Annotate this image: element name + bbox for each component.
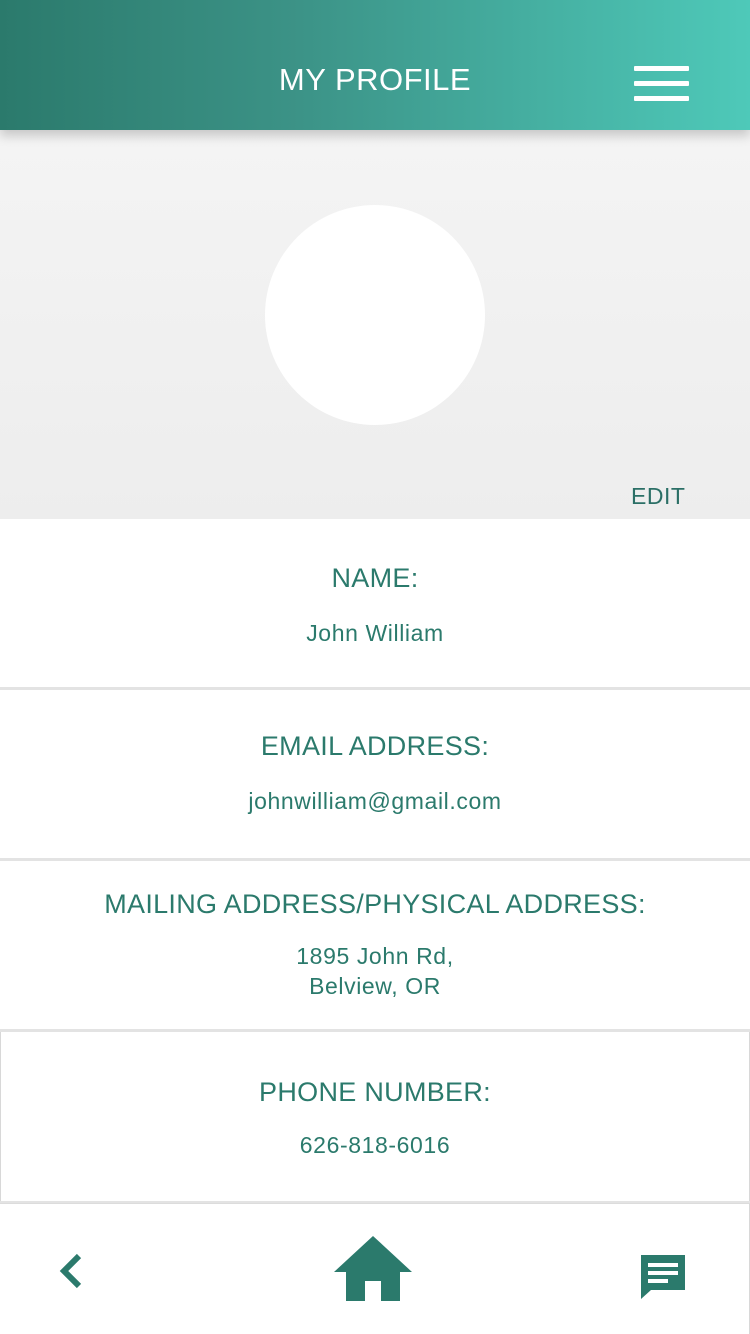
email-label: EMAIL ADDRESS: (260, 731, 490, 761)
hamburger-menu-icon[interactable] (634, 66, 690, 104)
app-header: MY PROFILE (0, 0, 750, 130)
home-icon[interactable] (333, 1234, 413, 1302)
phone-field: PHONE NUMBER: 626-818-6016 (0, 1032, 750, 1201)
name-label: NAME: (331, 563, 419, 593)
address-line-2: Belview, OR (309, 973, 441, 999)
profile-photo-section: EDIT (0, 130, 750, 519)
address-line-1: 1895 John Rd, (296, 943, 454, 969)
phone-label: PHONE NUMBER: (259, 1077, 491, 1107)
name-field: NAME: John William (0, 519, 750, 687)
avatar[interactable] (265, 205, 485, 425)
address-label: MAILING ADDRESS/PHYSICAL ADDRESS: (104, 889, 646, 919)
chevron-left-icon[interactable] (52, 1249, 92, 1294)
phone-value: 626-818-6016 (299, 1132, 451, 1158)
profile-screen: MY PROFILE EDIT NAME: John William EMAIL… (0, 0, 750, 1334)
email-value: johnwilliam@gmail.com (248, 788, 502, 814)
name-value: John William (306, 620, 444, 646)
chat-icon[interactable] (638, 1252, 688, 1300)
edit-profile-button[interactable]: EDIT (631, 483, 685, 510)
address-field: MAILING ADDRESS/PHYSICAL ADDRESS: 1895 J… (0, 861, 750, 1029)
email-field: EMAIL ADDRESS: johnwilliam@gmail.com (0, 690, 750, 858)
bottom-navigation (0, 1203, 750, 1334)
